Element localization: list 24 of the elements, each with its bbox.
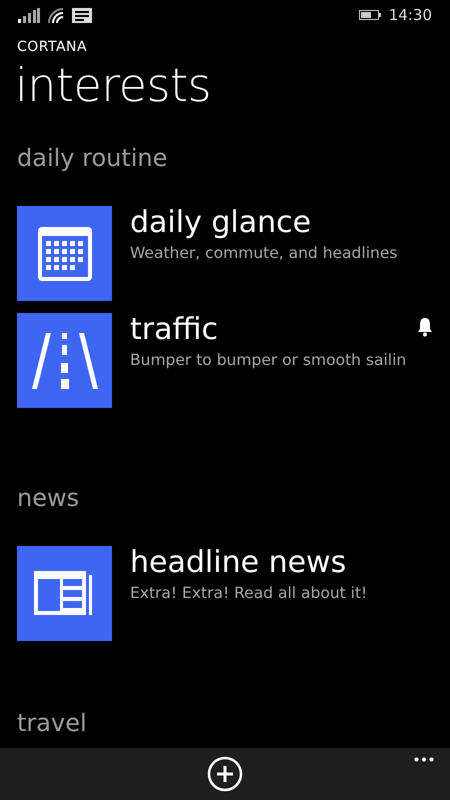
interest-title[interactable]: daily glance — [130, 208, 433, 238]
message-icon — [72, 8, 92, 22]
section-header: daily routine — [17, 146, 168, 170]
wifi-icon — [48, 8, 64, 22]
app-name: CORTANA — [17, 38, 88, 57]
calendar-icon — [37, 226, 93, 282]
page-title: interests — [15, 62, 212, 108]
signal-icon — [18, 8, 40, 22]
interest-description: Weather, commute, and headlines — [130, 243, 398, 264]
road-icon — [32, 333, 98, 389]
add-button[interactable] — [207, 756, 243, 792]
interest-description: Extra! Extra! Read all about it! — [130, 583, 368, 604]
interest-description: Bumper to bumper or smooth sailin — [130, 350, 408, 371]
newspaper-icon — [34, 571, 94, 615]
interest-tile[interactable] — [17, 313, 112, 408]
interest-tile[interactable] — [17, 206, 112, 301]
status-time: 14:30 — [388, 4, 432, 26]
battery-icon — [358, 10, 381, 20]
interest-title[interactable]: traffic — [130, 315, 417, 345]
section-header: travel — [17, 711, 88, 735]
interest-tile[interactable] — [17, 546, 112, 641]
more-icon[interactable] — [414, 757, 434, 762]
section-header: news — [17, 486, 80, 510]
interest-title[interactable]: headline news — [130, 548, 433, 578]
